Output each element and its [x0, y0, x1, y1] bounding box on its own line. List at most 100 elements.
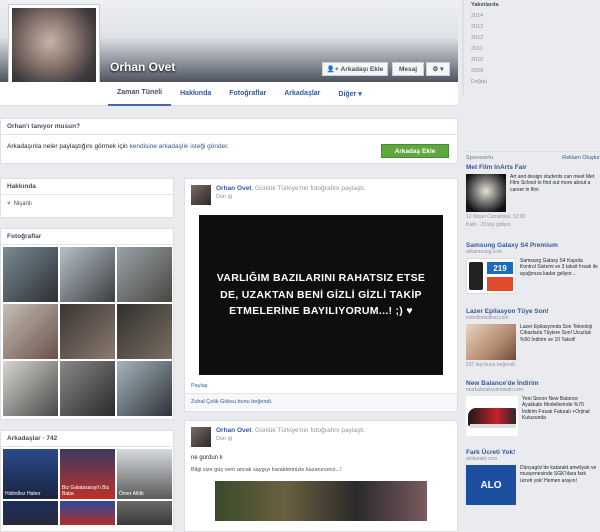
- ad-domain: allsamsung.com: [466, 249, 503, 255]
- send-request-link[interactable]: kendisine arkadaşlık isteği gönder.: [130, 143, 229, 150]
- tab-photos[interactable]: Fotoğraflar: [220, 82, 275, 106]
- year-link[interactable]: 2012: [464, 33, 600, 44]
- tab-more[interactable]: Diğer ▾: [329, 82, 370, 106]
- photo-thumb[interactable]: [60, 361, 115, 416]
- ad-image[interactable]: [466, 396, 518, 436]
- message-button[interactable]: Mesaj: [392, 62, 424, 76]
- post-image-text: VARLIĞIM BAZILARINI RAHATSIZ ETSE DE, UZ…: [216, 271, 426, 318]
- author-avatar[interactable]: [191, 427, 211, 447]
- ad-domain: markalaralisveriskabi.com: [466, 387, 524, 393]
- year-link[interactable]: 2011: [464, 44, 600, 55]
- sponsored-label: Sponsorlu: [466, 155, 494, 161]
- year-link[interactable]: 2014: [464, 11, 600, 22]
- ad-body: Dünyagöz'de katarakt ameliyatı ve muayen…: [520, 465, 597, 484]
- friend-thumb[interactable]: [60, 501, 115, 525]
- photos-card: Fotoğraflar: [0, 228, 174, 420]
- photo-thumb[interactable]: [60, 304, 115, 359]
- ad-item[interactable]: New Balance'de İndirim markalaralisveris…: [466, 380, 598, 436]
- create-ad-link[interactable]: Reklam Oluştur: [562, 155, 600, 161]
- ad-image[interactable]: [466, 174, 506, 212]
- likes-summary[interactable]: Zuhal Çelik Göksu bunu beğendi.: [191, 399, 272, 405]
- ad-body: Samsung Galaxy S4 Kapıda Kontrol Sistemi…: [520, 258, 598, 277]
- friend-thumb[interactable]: Biz Galatasaray'lı Biz Baba: [60, 449, 115, 499]
- add-friend-button-green[interactable]: Arkadaş Ekle: [381, 144, 449, 158]
- tab-friends[interactable]: Arkadaşlar: [275, 82, 329, 106]
- post-time[interactable]: Dün: [216, 436, 226, 442]
- year-link[interactable]: Doğdu: [464, 77, 600, 88]
- timeline-years: Yakınlarda 2014 2013 2012 2011 2010 2009…: [462, 0, 600, 96]
- post-image[interactable]: VARLIĞIM BAZILARINI RAHATSIZ ETSE DE, UZ…: [199, 215, 443, 375]
- ads-header: Sponsorlu Reklam Oluştur: [466, 151, 600, 161]
- year-link[interactable]: 2013: [464, 22, 600, 33]
- ad-meta: 12 Nisan Cumartesi, 12:00: [466, 214, 526, 220]
- post-time[interactable]: Dün: [216, 194, 226, 200]
- profile-name[interactable]: Orhan Ovet: [110, 60, 175, 74]
- friend-thumb[interactable]: [3, 501, 58, 525]
- add-friend-button[interactable]: 👤+ Arkadaşı Ekle: [322, 62, 388, 76]
- ad-meta: 537 kişi bunu beğendi.: [466, 362, 517, 368]
- post-author[interactable]: Orhan Ovet: [216, 427, 251, 434]
- friends-card: Arkadaşlar · 742 Hidirellez Haber Biz Ga…: [0, 430, 174, 532]
- year-link[interactable]: 2010: [464, 55, 600, 66]
- year-link[interactable]: Yakınlarda: [464, 0, 600, 11]
- ad-image[interactable]: 219: [466, 258, 516, 294]
- photo-thumb[interactable]: [3, 304, 58, 359]
- post-action: , Günlük Türkiye'nin fotoğrafını paylaşt…: [251, 427, 366, 434]
- ad-body: Art and design students can meet Met Fil…: [510, 174, 595, 193]
- ad-badge: ALO: [480, 479, 502, 491]
- photo-thumb[interactable]: [3, 361, 58, 416]
- about-title[interactable]: Hakkında: [1, 179, 173, 195]
- friend-name: Biz Galatasaray'lı Biz Baba: [62, 485, 110, 497]
- photos-title[interactable]: Fotoğraflar: [1, 229, 173, 245]
- friend-thumb[interactable]: Hidirellez Haber: [3, 449, 58, 499]
- ad-title[interactable]: New Balance'de İndirim: [466, 380, 598, 387]
- about-card: Hakkında ♥ Nişanlı: [0, 178, 174, 218]
- post-action: , Günlük Türkiye'nin fotoğrafını paylaşt…: [251, 185, 366, 192]
- year-link[interactable]: 2009: [464, 66, 600, 77]
- ad-meta-join[interactable]: Katıl · 23 kişi gidiyor.: [466, 222, 598, 228]
- post-author[interactable]: Orhan Ovet: [216, 185, 251, 192]
- photo-thumb[interactable]: [60, 247, 115, 302]
- photo-thumb[interactable]: [117, 304, 172, 359]
- friend-name: Hidirellez Haber: [5, 491, 41, 497]
- ad-badge: 219: [487, 262, 513, 274]
- ad-domain: estetikmedikal.com: [466, 315, 509, 321]
- ad-item[interactable]: Met Film InArts Fair Art and design stud…: [466, 164, 598, 228]
- ad-image[interactable]: [466, 324, 516, 360]
- ad-item[interactable]: Lazer Epilasyon Tüye Son! estetikmedikal…: [466, 308, 598, 368]
- ad-title[interactable]: Met Film InArts Fair: [466, 164, 598, 171]
- ad-body: Yeni Sezon New Balance Ayakkabı Modeller…: [522, 396, 590, 421]
- photo-thumb[interactable]: [3, 247, 58, 302]
- photo-thumb[interactable]: [117, 361, 172, 416]
- friends-title[interactable]: Arkadaşlar · 742: [1, 431, 173, 447]
- know-text: Arkadaşınla neler paylaştığını görmek iç…: [7, 143, 128, 150]
- ad-domain: alokarakt.com: [466, 456, 498, 462]
- globe-icon: ◍: [227, 436, 233, 442]
- ad-item[interactable]: Fark Ücreti Yok! alokarakt.com ALO Dünya…: [466, 449, 598, 505]
- post-subtext: Bilgi size güç verir ancak saygıyı karak…: [191, 467, 342, 473]
- friend-thumb[interactable]: Ömer Altıtk: [117, 449, 172, 499]
- tab-timeline[interactable]: Zaman Tüneli: [108, 82, 172, 106]
- ad-title[interactable]: Lazer Epilasyon Tüye Son!: [466, 308, 598, 315]
- right-column: Yakınlarda 2014 2013 2012 2011 2010 2009…: [462, 0, 600, 532]
- more-options-button[interactable]: ⚙ ▾: [426, 62, 450, 76]
- relationship-status: Nişanlı: [13, 201, 32, 207]
- profile-tabs: Zaman Tüneli Hakkında Fotoğraflar Arkada…: [108, 82, 458, 106]
- know-person-box: Orhan'ı tanıyor musun? Arkadaşınla neler…: [0, 118, 458, 164]
- ad-item[interactable]: Samsung Galaxy S4 Premium allsamsung.com…: [466, 242, 598, 294]
- friend-thumb[interactable]: [117, 501, 172, 525]
- ad-title[interactable]: Fark Ücreti Yok!: [466, 449, 598, 456]
- post-image[interactable]: [215, 481, 427, 521]
- tab-about[interactable]: Hakkında: [171, 82, 220, 106]
- heart-icon: ♥: [7, 201, 11, 207]
- ad-body: Lazer Epilasyonda Son Teknoloji Cihazlar…: [520, 324, 593, 343]
- know-title: Orhan'ı tanıyor musun?: [1, 119, 457, 135]
- add-friend-icon: 👤+: [326, 66, 339, 73]
- share-link[interactable]: Paylaş: [191, 383, 208, 389]
- photo-thumb[interactable]: [117, 247, 172, 302]
- ad-title[interactable]: Samsung Galaxy S4 Premium: [466, 242, 598, 249]
- author-avatar[interactable]: [191, 185, 211, 205]
- ad-image[interactable]: ALO: [466, 465, 516, 505]
- nav-spacer: [0, 82, 108, 106]
- friend-name: Ömer Altıtk: [119, 491, 144, 497]
